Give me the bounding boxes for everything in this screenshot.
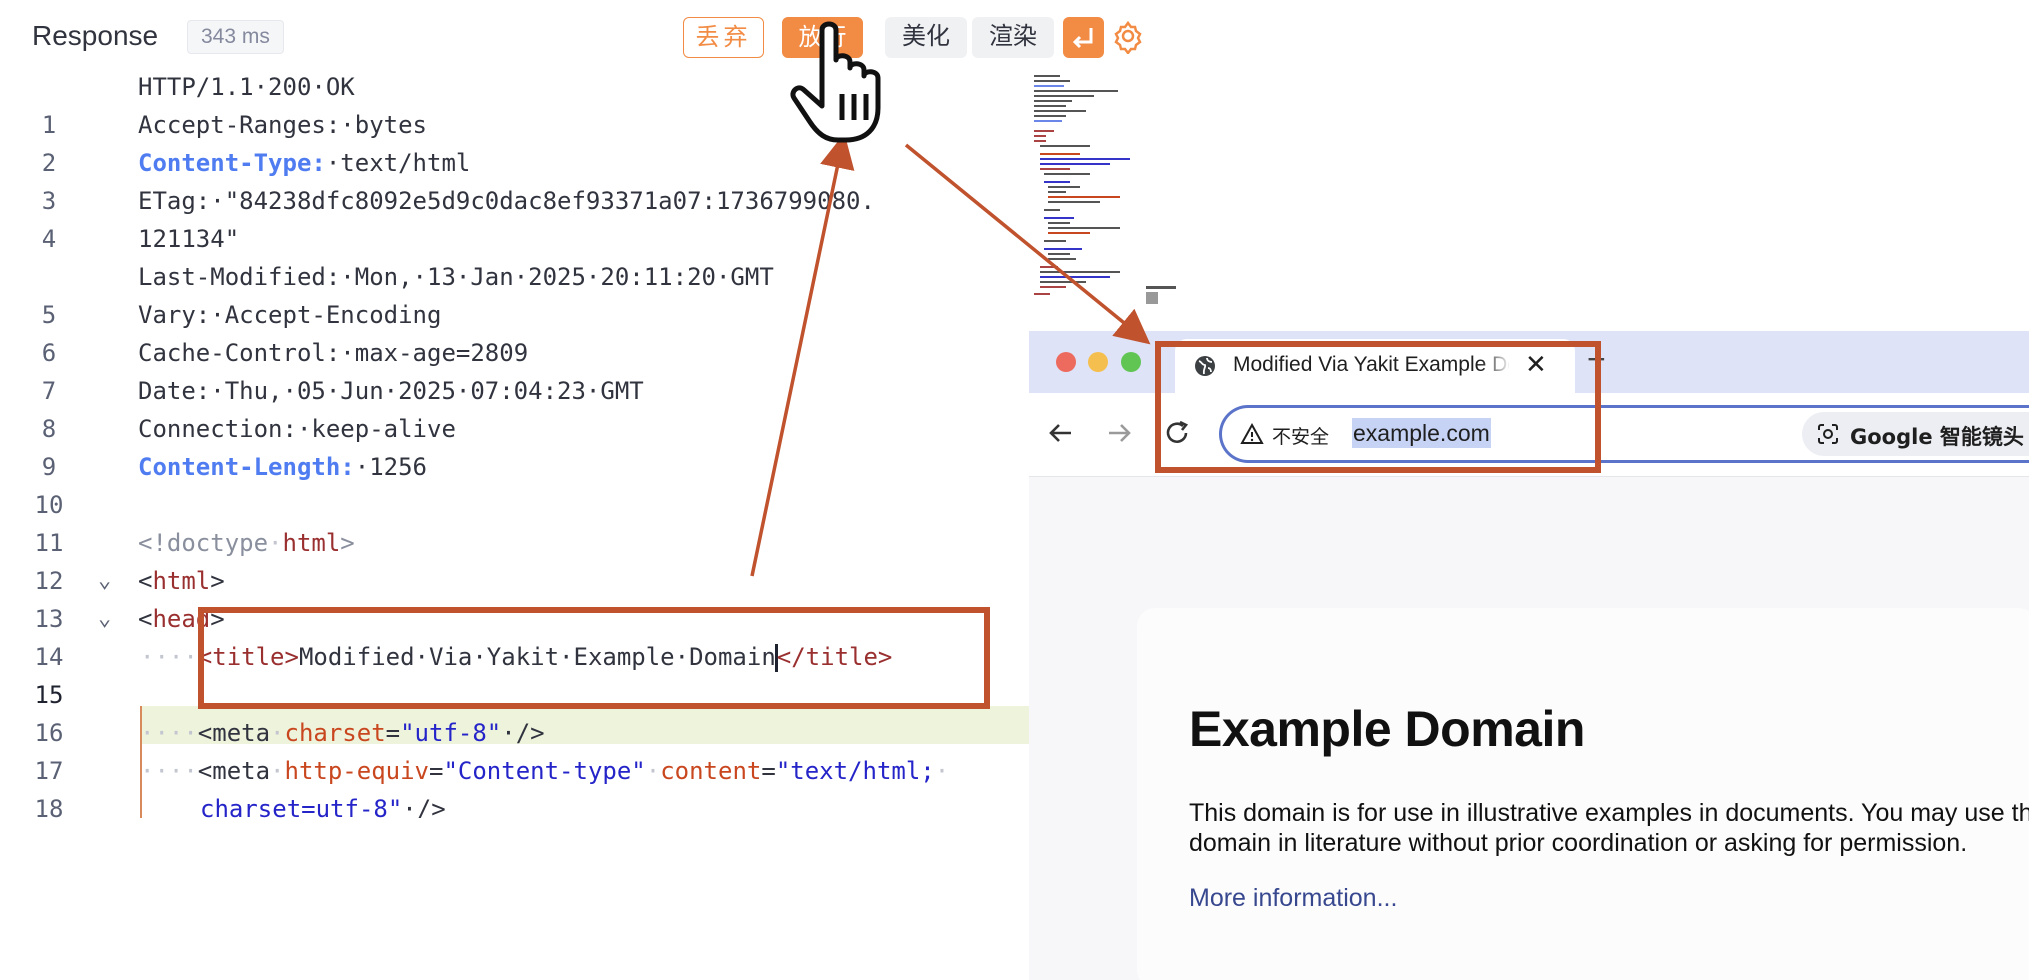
not-secure-label[interactable]: 不安全 (1272, 422, 1329, 449)
browser-window: Modified Via Yakit Example Domain ✕ + 不安… (1029, 331, 2029, 980)
response-header: Response 343 ms 丢弃 放行 美化 渲染 (0, 0, 1176, 72)
page-content-card: Example Domain This domain is for use in… (1137, 608, 2029, 980)
globe-icon (1193, 354, 1217, 378)
release-button[interactable]: 放行 (782, 17, 863, 58)
forward-arrow-icon[interactable] (1101, 415, 1137, 451)
page-paragraph: This domain is for use in illustrative e… (1189, 799, 2029, 857)
code-line-wrap: charset=utf-8"·/> (200, 795, 446, 818)
code-line: 8 Date:·Thu,·05·Jun·2025·07:04:23·GMT (41, 377, 644, 443)
editor-minimap[interactable] (1030, 72, 1146, 302)
window-minimize-button[interactable] (1088, 352, 1108, 372)
code-line: 1 HTTP/1.1·200·OK (41, 73, 355, 139)
code-line: 13 ⌄ <html> (14, 562, 1030, 633)
browser-toolbar: 不安全 example.com Google 智能镜头 (1029, 393, 2029, 477)
render-button[interactable]: 渲染 (972, 17, 1054, 58)
address-bar[interactable]: 不安全 example.com Google 智能镜头 (1219, 405, 2029, 463)
google-lens-label: Google 智能镜头 (1850, 425, 2024, 449)
code-line: 9 Connection:·keep-alive (41, 415, 456, 481)
close-icon[interactable]: ✕ (1525, 349, 1547, 380)
browser-tabstrip: Modified Via Yakit Example Domain ✕ + (1029, 331, 2029, 393)
return-icon[interactable] (1063, 17, 1104, 58)
window-close-button[interactable] (1056, 352, 1076, 372)
code-line: 12 <!doctype·html> (34, 529, 355, 595)
code-line: 17 ····<meta·charset="utf-8"·/> (34, 719, 545, 785)
code-line: 3 Content-Type:·text/html (41, 149, 471, 215)
fold-chevron-icon[interactable]: ⌄ (98, 600, 111, 638)
code-line: 18 ····<meta·http-equiv="Content-type"·c… (34, 757, 950, 818)
lens-icon (1816, 422, 1840, 446)
window-maximize-button[interactable] (1121, 352, 1141, 372)
code-line: 14 ⌄ <head> (14, 600, 1030, 671)
gear-icon[interactable] (1110, 18, 1146, 56)
back-arrow-icon[interactable] (1043, 415, 1079, 451)
tab-title: Modified Via Yakit Example Domain (1233, 353, 1509, 376)
browser-tab-active[interactable]: Modified Via Yakit Example Domain ✕ (1175, 339, 1575, 393)
fold-chevron-icon[interactable]: ⌄ (98, 562, 111, 600)
beautify-button[interactable]: 美化 (885, 17, 967, 58)
response-code-editor[interactable]: 1 HTTP/1.1·200·OK 2 Accept-Ranges:·bytes… (14, 72, 1030, 818)
reload-icon[interactable] (1159, 415, 1195, 451)
page-heading: Example Domain (1189, 701, 1585, 757)
code-line: 2 Accept-Ranges:·bytes (41, 111, 427, 177)
google-lens-chip[interactable]: Google 智能镜头 (1802, 412, 2029, 456)
code-line-wrap: 121134" (138, 225, 240, 253)
url-text[interactable]: example.com (1352, 418, 1491, 448)
code-line: 4 ETag:·"84238dfc8092e5d9c0dac8ef93371a0… (41, 187, 875, 253)
code-line: 5 Last-Modified:·Mon,·13·Jan·2025·20:11:… (41, 263, 774, 329)
code-line-active: 15 ····<title>Modified·Via·Yakit·Example… (34, 643, 893, 709)
discard-button[interactable]: 丢弃 (683, 17, 764, 58)
warning-icon[interactable] (1240, 422, 1264, 446)
response-title: Response (32, 20, 159, 51)
tab-title-fade (1481, 349, 1511, 383)
new-tab-button[interactable]: + (1587, 341, 1606, 378)
response-panel: Response 343 ms 丢弃 放行 美化 渲染 1 HTTP/1.1·2… (0, 0, 1176, 818)
more-information-link[interactable]: More information... (1189, 884, 1397, 913)
response-time-badge: 343 ms (187, 20, 284, 54)
code-line: 6 Vary:·Accept-Encoding (41, 301, 442, 367)
code-line: 7 Cache-Control:·max-age=2809 (41, 339, 529, 405)
code-line: 11 (34, 529, 64, 557)
code-line: 10 Content-Length:·1256 (34, 453, 427, 519)
minimap-scroll-indicator[interactable] (1146, 286, 1176, 306)
code-line: 16 (34, 719, 64, 747)
